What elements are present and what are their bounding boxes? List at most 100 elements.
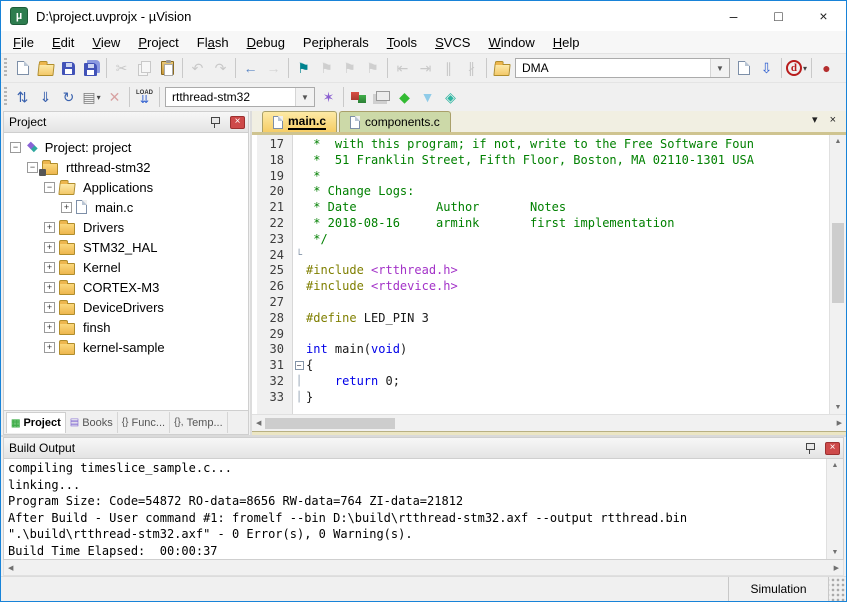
scroll-right-icon[interactable]: ▶: [837, 419, 842, 427]
manage-project-items-button[interactable]: [347, 85, 370, 109]
menu-peripherals[interactable]: Peripherals: [294, 33, 378, 52]
minimize-button[interactable]: –: [711, 1, 756, 31]
project-panel-close-icon[interactable]: ×: [230, 116, 245, 129]
menu-edit[interactable]: Edit: [43, 33, 83, 52]
toolbar-grip[interactable]: [4, 87, 7, 107]
menu-debug[interactable]: Debug: [238, 33, 294, 52]
find-combo-dropdown-icon[interactable]: ▼: [710, 59, 729, 77]
build-output-vertical-scrollbar[interactable]: ▲ ▼: [826, 459, 843, 559]
start-stop-debug-button[interactable]: d▾: [785, 56, 808, 80]
navigate-back-button[interactable]: ←: [239, 56, 262, 80]
target-combo[interactable]: rtthread-stm32▼: [165, 87, 315, 107]
options-for-target-button[interactable]: ✶: [317, 85, 340, 109]
scroll-up-icon[interactable]: ▲: [835, 138, 842, 145]
menu-svcs[interactable]: SVCS: [426, 33, 479, 52]
collapse-icon[interactable]: −: [44, 182, 55, 193]
save-all-button[interactable]: [80, 56, 103, 80]
find-combo[interactable]: DMA▼: [515, 58, 730, 78]
expand-icon[interactable]: +: [44, 302, 55, 313]
line-number: 21: [252, 200, 292, 216]
scroll-left-icon[interactable]: ◀: [256, 419, 261, 427]
menu-project[interactable]: Project: [129, 33, 187, 52]
menu-view[interactable]: View: [83, 33, 129, 52]
new-file-icon: [17, 61, 29, 75]
file-extensions-button[interactable]: [370, 85, 393, 109]
close-button[interactable]: ×: [801, 1, 846, 31]
collapse-icon[interactable]: −: [10, 142, 21, 153]
panel-tab-books[interactable]: ▤Books: [66, 412, 118, 433]
menu-flash[interactable]: Flash: [188, 33, 238, 52]
editor-horizontal-scrollbar[interactable]: ◀ ▶: [252, 414, 846, 431]
panel-tab-temp[interactable]: {},Temp...: [170, 412, 228, 433]
tree-item-kernel[interactable]: +Kernel: [4, 257, 248, 277]
insert-bookmark-button[interactable]: ⚑: [292, 56, 315, 80]
expand-icon[interactable]: +: [44, 342, 55, 353]
find-in-files-button[interactable]: [490, 56, 513, 80]
build-button[interactable]: ⇓: [34, 85, 57, 109]
insert-breakpoint-button[interactable]: ●: [815, 56, 838, 80]
translate-file-button[interactable]: ⇅: [11, 85, 34, 109]
manage-run-time-environment-button[interactable]: ◆: [393, 85, 416, 109]
editor-close-icon[interactable]: ×: [830, 114, 836, 126]
open-file-button[interactable]: [34, 56, 57, 80]
target-combo-dropdown-icon[interactable]: ▼: [295, 88, 314, 106]
scroll-left-icon[interactable]: ◀: [8, 564, 13, 572]
panel-tab-func[interactable]: {}Func...: [118, 412, 170, 433]
tree-item-applications[interactable]: −Applications: [4, 177, 248, 197]
expand-icon[interactable]: +: [44, 262, 55, 273]
tree-item-cortex-m3[interactable]: + CORTEX-M3: [4, 277, 248, 297]
tab-list-dropdown-icon[interactable]: ▾: [812, 113, 818, 126]
tree-item-devicedrivers[interactable]: +DeviceDrivers: [4, 297, 248, 317]
batch-build-button[interactable]: ▤▾: [80, 85, 103, 109]
editor-tab-main-c[interactable]: main.c: [262, 111, 337, 132]
build-output-text[interactable]: compiling timeslice_sample.c...linking..…: [4, 459, 826, 559]
toolbar-grip[interactable]: [4, 58, 7, 78]
panel-tab-project[interactable]: ▦Project: [6, 412, 66, 433]
new-file-button[interactable]: [11, 56, 34, 80]
dropdown-caret-icon[interactable]: ▾: [803, 64, 807, 73]
editor-vertical-scrollbar[interactable]: ▲ ▼: [829, 135, 846, 414]
pin-icon[interactable]: [211, 116, 220, 128]
tree-item-kernel-sample[interactable]: +kernel-sample: [4, 337, 248, 357]
tree-item-main-c[interactable]: +main.c: [4, 197, 248, 217]
tree-item-project-project[interactable]: −◆Project: project: [4, 137, 248, 157]
editor-vscroll-thumb[interactable]: [832, 223, 844, 303]
tree-item-drivers[interactable]: +Drivers: [4, 217, 248, 237]
tree-item-finsh[interactable]: +finsh: [4, 317, 248, 337]
maximize-button[interactable]: □: [756, 1, 801, 31]
tree-item-label: CORTEX-M3: [83, 280, 159, 295]
editor-tab-components-c[interactable]: components.c: [339, 111, 451, 132]
menu-window[interactable]: Window: [479, 33, 543, 52]
menu-file[interactable]: File: [4, 33, 43, 52]
scroll-right-icon[interactable]: ▶: [834, 564, 839, 572]
tree-item-rtthread-stm32[interactable]: −rtthread-stm32: [4, 157, 248, 177]
expand-icon[interactable]: +: [44, 242, 55, 253]
expand-icon[interactable]: +: [44, 222, 55, 233]
expand-icon[interactable]: +: [44, 322, 55, 333]
paste-button[interactable]: [156, 56, 179, 80]
collapse-icon[interactable]: −: [27, 162, 38, 173]
tree-item-stm32-hal[interactable]: +STM32_HAL: [4, 237, 248, 257]
build-output-horizontal-scrollbar[interactable]: ◀ ▶: [3, 560, 844, 576]
build-output-close-icon[interactable]: ×: [825, 442, 840, 455]
code-area[interactable]: 17 * with this program; if not, write to…: [252, 135, 829, 414]
scroll-down-icon[interactable]: ▼: [832, 549, 839, 556]
menu-help[interactable]: Help: [544, 33, 589, 52]
dropdown-caret-icon[interactable]: ▾: [97, 93, 101, 102]
pack-installer-button[interactable]: ◈: [439, 85, 462, 109]
incremental-find-button[interactable]: ⇩: [755, 56, 778, 80]
select-software-packs-button[interactable]: ▼: [416, 85, 439, 109]
scroll-up-icon[interactable]: ▲: [832, 462, 839, 469]
editor-hscroll-thumb[interactable]: [265, 418, 395, 429]
expand-icon[interactable]: +: [44, 282, 55, 293]
resize-grip[interactable]: [828, 577, 846, 601]
expand-icon[interactable]: +: [61, 202, 72, 213]
download-button[interactable]: LOAD⇊: [133, 85, 156, 109]
pin-icon[interactable]: [806, 442, 815, 454]
fold-collapse-icon[interactable]: −: [295, 361, 304, 370]
rebuild-all-button[interactable]: ↻: [57, 85, 80, 109]
save-button[interactable]: [57, 56, 80, 80]
find-in-document-button[interactable]: [732, 56, 755, 80]
scroll-down-icon[interactable]: ▼: [835, 404, 842, 411]
menu-tools[interactable]: Tools: [378, 33, 426, 52]
